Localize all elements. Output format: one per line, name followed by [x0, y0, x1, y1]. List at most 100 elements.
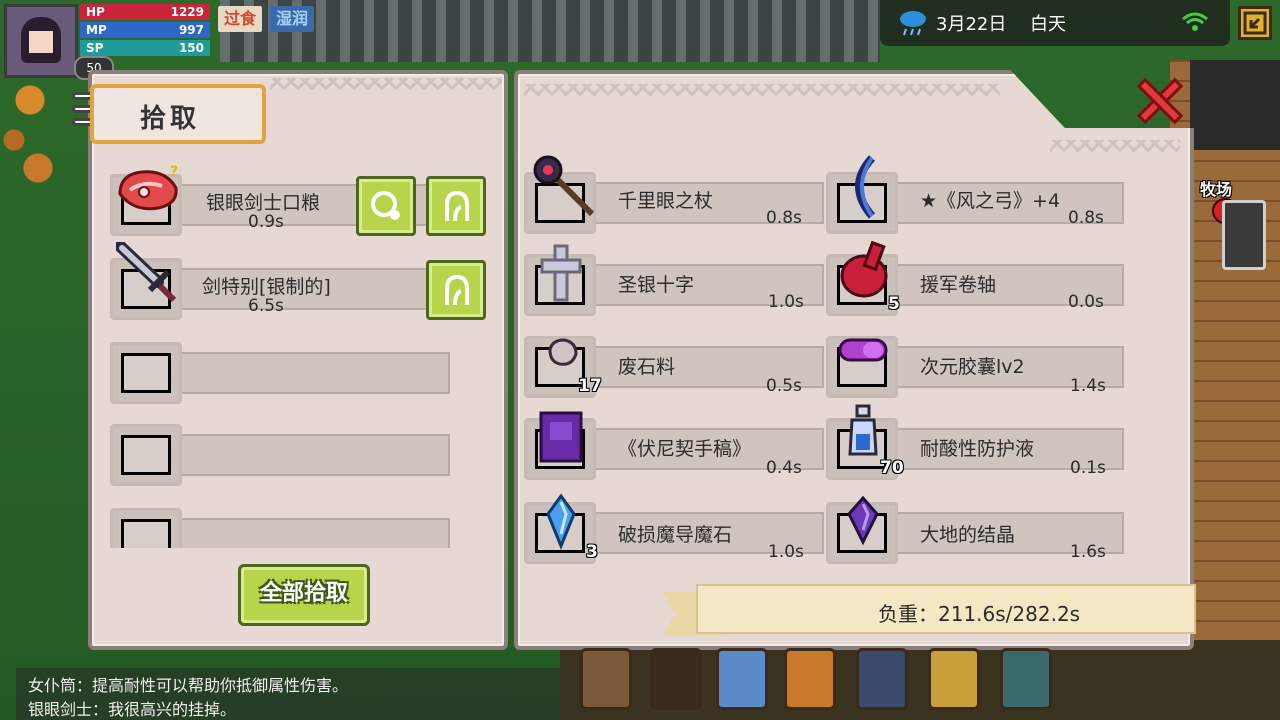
- item-weight: 6.5s: [248, 296, 284, 316]
- exit-arrow-icon: [1243, 11, 1267, 35]
- slot-icon-frame: [110, 508, 182, 548]
- item-weight: 0.4s: [766, 458, 802, 478]
- item-name: 剑特别[银制的]: [202, 276, 331, 298]
- building-background: [1190, 60, 1280, 150]
- player-portrait[interactable]: [4, 4, 78, 78]
- portrait-face: [29, 31, 53, 53]
- hp-label: HP: [86, 5, 105, 19]
- exit-button[interactable]: [1238, 6, 1272, 40]
- status-overfed-badge[interactable]: 过食: [218, 6, 263, 32]
- magic-crystal-icon: [546, 494, 576, 550]
- sword-icon: [116, 242, 177, 303]
- inventory-slot[interactable]: 大地的结晶 1.6s: [826, 496, 1126, 566]
- item-name: 圣银十字: [618, 274, 695, 296]
- item-weight: 0.8s: [1068, 208, 1104, 228]
- inventory-slot[interactable]: 17 废石料 0.5s: [524, 334, 824, 400]
- mp-label: MP: [86, 23, 107, 37]
- item-weight: 0.0s: [1068, 292, 1104, 312]
- earth-crystal-icon: [847, 496, 879, 546]
- map-icon[interactable]: [716, 648, 768, 710]
- equip-button[interactable]: [426, 260, 486, 320]
- pick-all-button[interactable]: 全部拾取: [238, 564, 370, 626]
- silver-cross-icon: [540, 244, 582, 302]
- item-weight: 0.1s: [1070, 458, 1106, 478]
- item-weight: 0.9s: [248, 212, 284, 232]
- backpack-icon[interactable]: [580, 648, 632, 710]
- svg-text:?: ?: [170, 164, 178, 180]
- scroll-icon: [840, 240, 888, 298]
- target-icon[interactable]: [856, 648, 908, 710]
- time-of-day-text: 白天: [1030, 14, 1066, 35]
- hotbar-switch-icon[interactable]: [650, 648, 702, 710]
- slot-icon-border: [121, 435, 171, 475]
- rubble-stone-icon: [548, 338, 578, 366]
- grab-hand-icon: [445, 274, 469, 306]
- shield-icon[interactable]: [928, 648, 980, 710]
- item-quantity: 70: [880, 458, 904, 478]
- hp-bar: HP 1229: [80, 4, 210, 20]
- inventory-slot[interactable]: 《伏尼契手稿》 0.4s: [524, 411, 824, 482]
- item-weight: 0.5s: [766, 376, 802, 396]
- bow-icon: [855, 155, 876, 219]
- inspect-button[interactable]: [356, 176, 416, 236]
- slot-icon-border: [121, 353, 171, 393]
- item-quantity: 5: [888, 294, 900, 314]
- sp-label: SP: [86, 41, 104, 55]
- item-name: 次元胶囊lv2: [920, 356, 1025, 378]
- spell-icon[interactable]: [1000, 648, 1052, 710]
- inventory-slot[interactable]: 70 耐酸性防护液 0.1s: [826, 404, 1126, 482]
- fence-background: [220, 0, 880, 62]
- grab-hand-icon: [445, 190, 469, 222]
- panel-trim: [270, 78, 502, 90]
- rain-cloud-icon: [900, 11, 926, 36]
- item-name: 《伏尼契手稿》: [618, 438, 752, 460]
- chat-line: 女仆筒：提高耐性可以帮助你抵御属性伤害。: [28, 676, 349, 695]
- potion-bottle-icon: [848, 404, 878, 456]
- skill-icon[interactable]: [784, 648, 836, 710]
- slot-icon-frame: [110, 424, 182, 486]
- item-quantity: 17: [578, 376, 602, 396]
- inventory-slot[interactable]: 3 破损魔导魔石 1.0s: [524, 494, 824, 566]
- empty-pickup-slot[interactable]: [110, 506, 450, 548]
- mp-bar: MP 997: [80, 22, 210, 38]
- chat-log: 女仆筒：提高耐性可以帮助你抵御属性伤害。 银眼剑士：我很高兴的挂掉。: [16, 668, 560, 720]
- item-quantity: 3: [586, 542, 598, 562]
- date-text: 3月22日: [936, 14, 1007, 35]
- item-weight: 0.8s: [766, 208, 802, 228]
- item-name: 银眼剑士口粮: [206, 192, 321, 214]
- banner-body: 负重：211.6s/282.2s: [696, 584, 1196, 634]
- load-text: 负重：211.6s/282.2s: [878, 602, 1081, 626]
- hp-value: 1229: [170, 5, 204, 19]
- slot-icon-frame: [110, 342, 182, 404]
- item-weight: 1.4s: [1070, 376, 1106, 396]
- empty-pickup-slot[interactable]: [110, 422, 450, 488]
- wifi-icon: [1182, 12, 1208, 31]
- close-button[interactable]: [1134, 76, 1184, 126]
- item-name: 千里眼之杖: [618, 190, 714, 212]
- equip-button[interactable]: [426, 176, 486, 236]
- pickup-slot[interactable]: 剑特别[银制的] 6.5s: [110, 242, 450, 322]
- item-name: 大地的结晶: [920, 524, 1016, 546]
- inventory-slot[interactable]: 5 援军卷轴 0.0s: [826, 240, 1126, 318]
- status-wet-badge[interactable]: 湿润: [270, 6, 315, 32]
- inventory-slot[interactable]: 次元胶囊lv2 1.4s: [826, 334, 1126, 400]
- inventory-slot[interactable]: 千里眼之杖 0.8s: [524, 155, 824, 236]
- inventory-slot[interactable]: ★《风之弓》+4 0.8s: [826, 155, 1126, 236]
- weather-panel: 3月22日 白天: [880, 0, 1230, 46]
- inventory-slot[interactable]: 圣银十字 1.0s: [524, 244, 824, 318]
- item-weight: 1.0s: [768, 292, 804, 312]
- capsule-icon: [838, 338, 888, 362]
- slot-icon-border: [121, 519, 171, 548]
- chat-line: 银眼剑士：我很高兴的挂掉。: [28, 700, 237, 719]
- sp-value: 150: [178, 41, 204, 55]
- item-name: 援军卷轴: [920, 274, 997, 296]
- item-name: 废石料: [618, 356, 676, 378]
- magnifier-icon: [371, 191, 400, 220]
- phone-icon[interactable]: [1222, 200, 1266, 270]
- pickup-title-tab: 拾取: [90, 84, 266, 144]
- item-name: ★《风之弓》+4: [920, 190, 1061, 212]
- book-icon: [539, 411, 583, 463]
- empty-pickup-slot[interactable]: [110, 340, 450, 406]
- ranch-label: 牧场: [1200, 180, 1233, 199]
- staff-icon: [533, 155, 595, 217]
